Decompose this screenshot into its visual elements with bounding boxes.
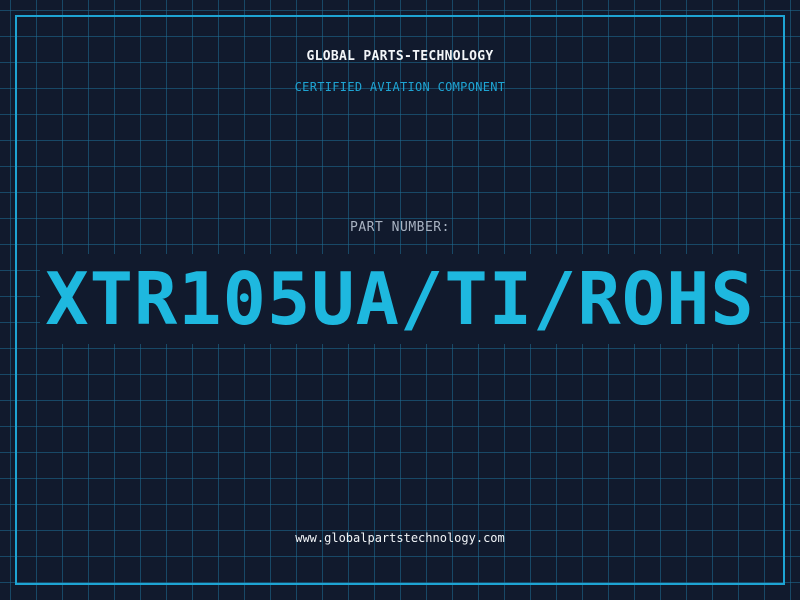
company-name: GLOBAL PARTS-TECHNOLOGY — [306, 49, 494, 64]
label-canvas: GLOBAL PARTS-TECHNOLOGY CERTIFIED AVIATI… — [0, 0, 800, 600]
certification-subtitle: CERTIFIED AVIATION COMPONENT — [294, 80, 506, 94]
part-number-label: PART NUMBER: — [350, 220, 450, 235]
part-number-value: XTR105UA/TI/ROHS — [40, 254, 760, 344]
website-url: www.globalpartstechnology.com — [295, 531, 505, 545]
